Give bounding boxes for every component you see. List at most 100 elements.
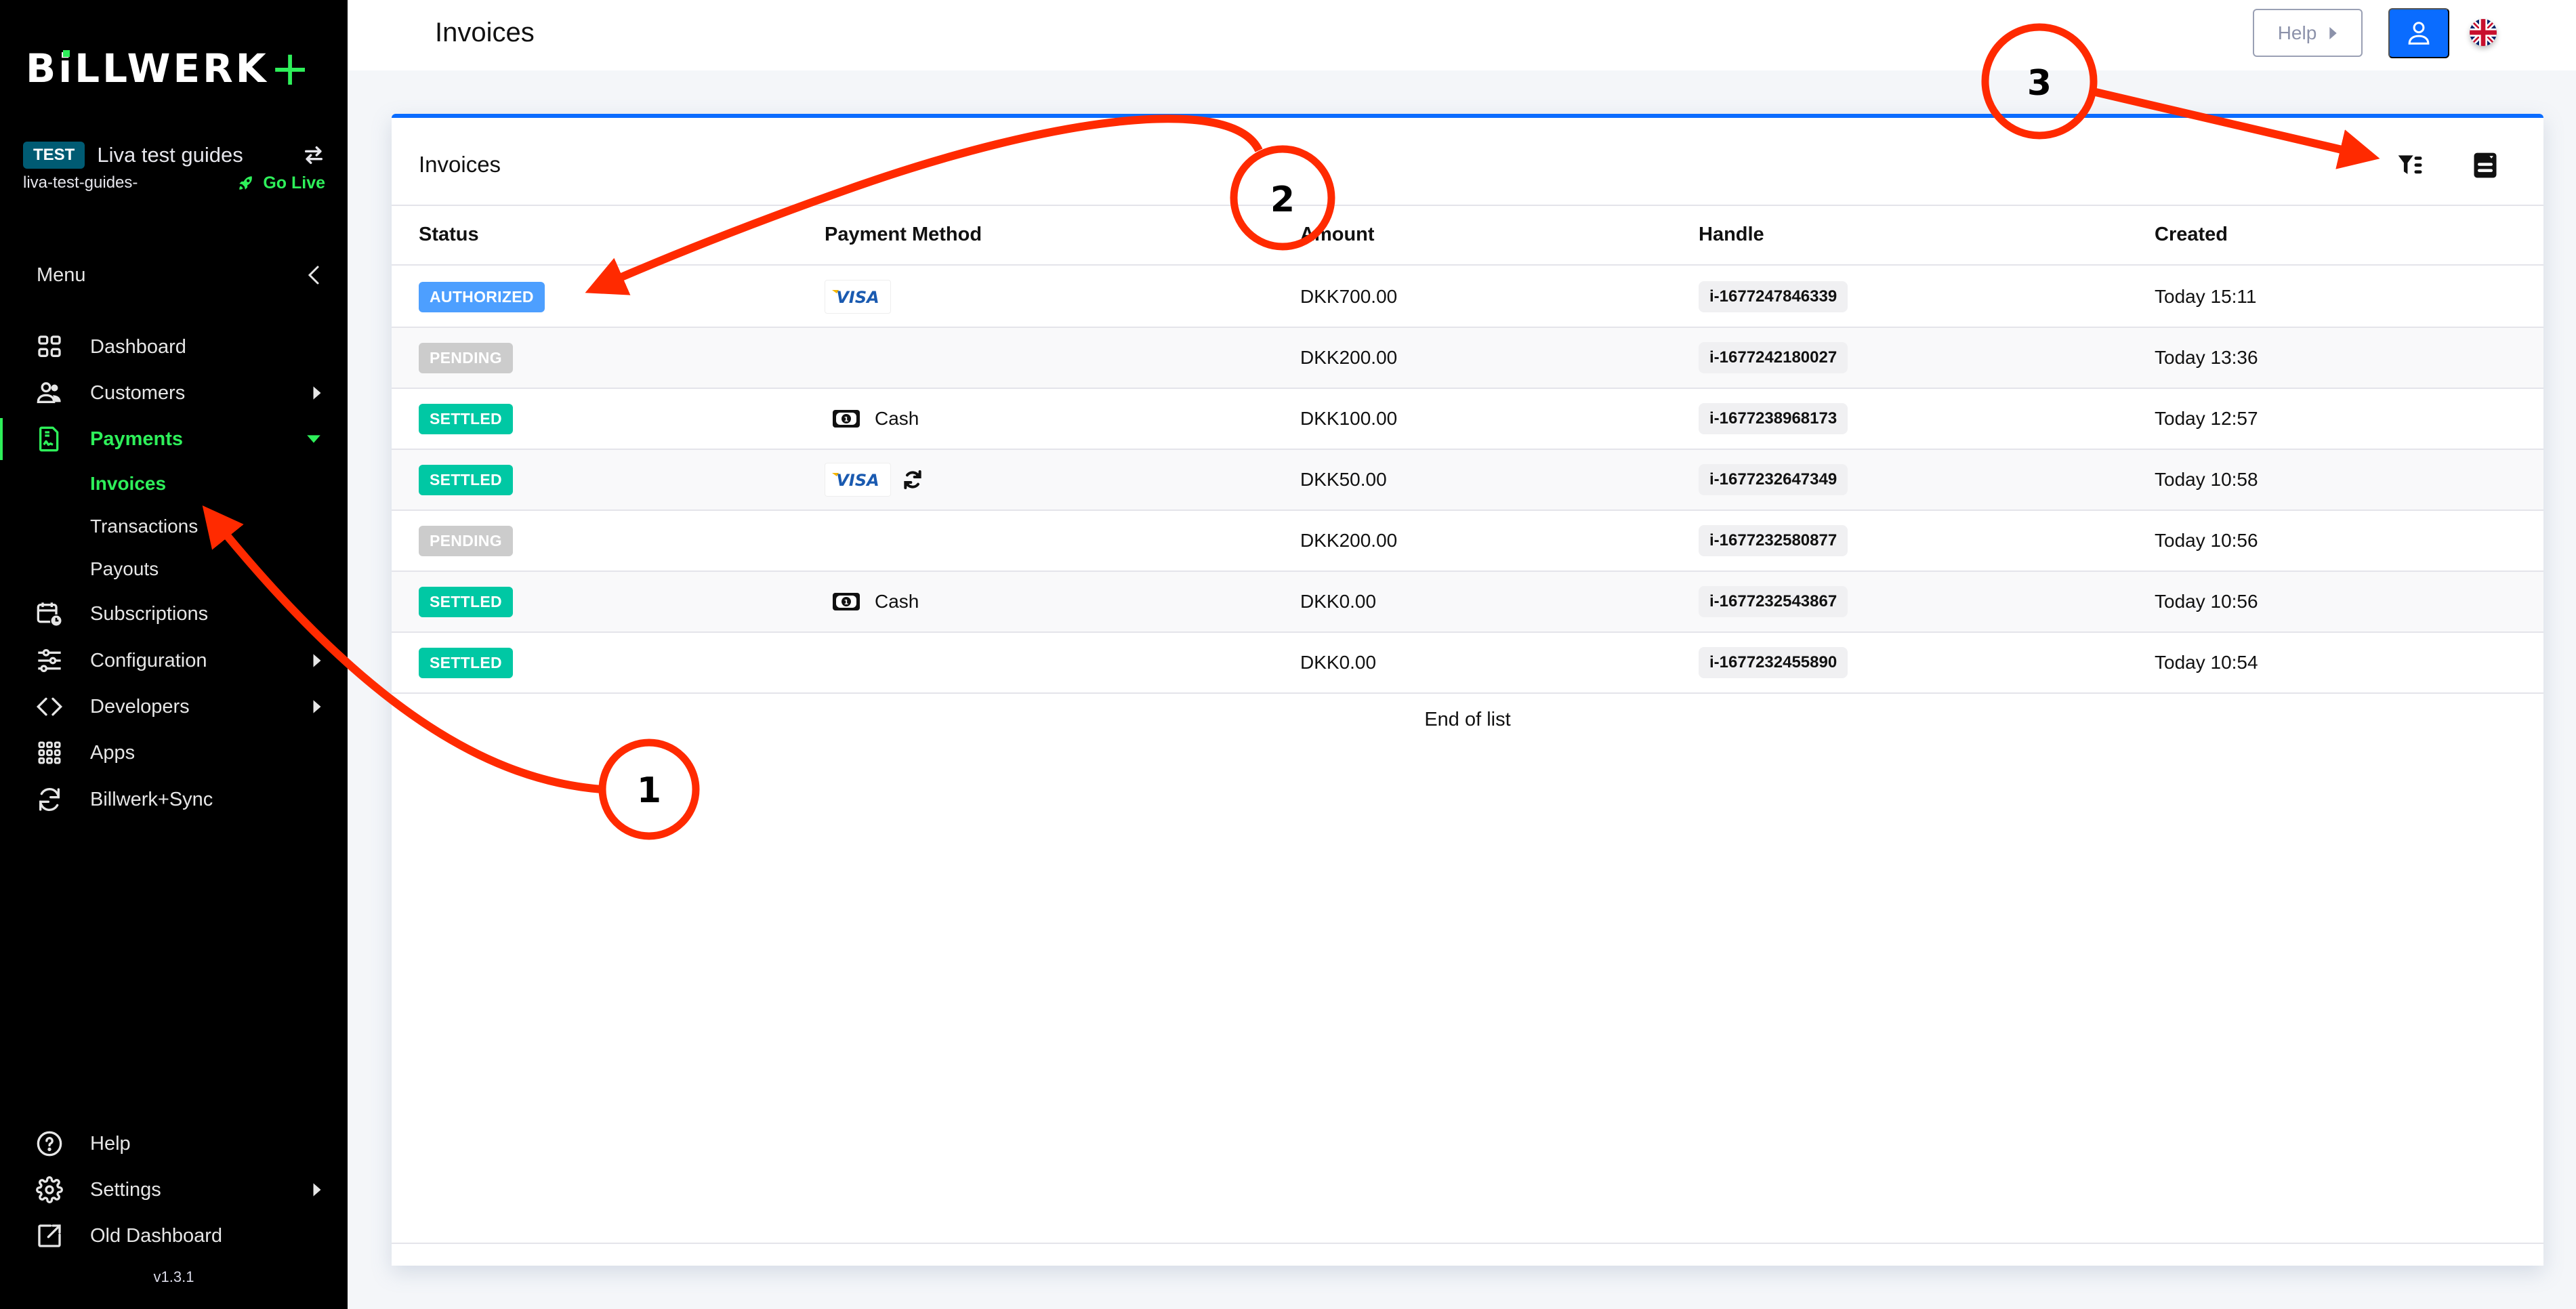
sidebar-item-developers[interactable]: Developers <box>0 686 348 727</box>
visa-logo-icon: VISA <box>832 471 879 489</box>
page-title: Invoices <box>435 18 535 47</box>
caret-right-icon <box>313 386 321 400</box>
invoice-handle[interactable]: i-1677247846339 <box>1699 281 1848 312</box>
payment-method-cell: VISA <box>825 267 891 327</box>
sidebar-item-help[interactable]: Help <box>0 1123 348 1164</box>
cash-icon: 1 <box>833 410 860 428</box>
table-row[interactable]: SETTLED DKK0.00 i-1677232455890 Today 10:54 <box>392 633 2543 694</box>
sidebar-item-configuration[interactable]: Configuration <box>0 640 348 681</box>
sidebar-item-settings[interactable]: Settings <box>0 1169 348 1210</box>
sidebar-subitem-payouts[interactable]: Payouts <box>90 554 159 584</box>
account-handle: liva-test-guides- <box>23 173 138 192</box>
amount: DKK50.00 <box>1300 469 1387 490</box>
menu-header: Menu <box>37 262 321 289</box>
column-settings-button[interactable] <box>2468 148 2503 183</box>
receipt-icon <box>39 426 59 452</box>
code-icon <box>36 697 63 716</box>
uk-flag-icon[interactable] <box>2470 19 2497 46</box>
external-link-icon <box>38 1224 61 1247</box>
user-menu-button[interactable] <box>2388 8 2449 58</box>
table-row[interactable]: SETTLED 1 Cash DKK0.00 i-1677232543867 Today … <box>392 572 2543 633</box>
sidebar-item-subscriptions[interactable]: Subscriptions <box>0 594 348 634</box>
payment-method-label: Cash <box>875 591 919 612</box>
help-button[interactable]: Help <box>2253 9 2363 57</box>
created-date: Today 13:36 <box>2155 347 2258 368</box>
invoice-handle[interactable]: i-1677232647349 <box>1699 464 1848 495</box>
invoices-card: Invoices Status Payment Method Amount Ha… <box>392 114 2543 1266</box>
amount: DKK100.00 <box>1300 408 1398 429</box>
sidebar-item-dashboard[interactable]: Dashboard <box>0 327 348 367</box>
sidebar-subitem-invoices[interactable]: Invoices <box>90 469 166 499</box>
status-badge: SETTLED <box>419 464 513 495</box>
chevron-left-icon[interactable] <box>306 265 321 285</box>
gear-icon <box>36 1176 63 1203</box>
caret-right-icon <box>313 654 321 667</box>
svg-text:VISA: VISA <box>836 471 879 489</box>
column-header-handle[interactable]: Handle <box>1699 224 1764 246</box>
caret-right-icon <box>313 1183 321 1197</box>
sidebar-item-customers[interactable]: Customers <box>0 373 348 413</box>
column-header-status[interactable]: Status <box>419 224 479 246</box>
column-header-payment-method[interactable]: Payment Method <box>825 224 982 246</box>
app-version: v1.3.1 <box>153 1268 194 1285</box>
cash-icon: 1 <box>833 593 860 610</box>
invoice-handle[interactable]: i-1677232455890 <box>1699 647 1848 678</box>
sidebar-item-old-dashboard[interactable]: Old Dashboard <box>0 1216 348 1256</box>
calendar-clock-icon <box>37 602 63 627</box>
caret-right-icon <box>313 700 321 713</box>
visa-card-badge: VISA <box>825 463 891 497</box>
table-row[interactable]: SETTLED VISA DKK50.00 i-1677232647349 Today … <box>392 450 2543 511</box>
amount: DKK200.00 <box>1300 530 1398 551</box>
amount: DKK0.00 <box>1300 652 1377 673</box>
table-header: Status Payment Method Amount Handle Crea… <box>392 205 2543 266</box>
payment-method-cell: 1 Cash <box>825 389 919 449</box>
sidebar-item-apps[interactable]: Apps <box>0 732 348 773</box>
sidebar-item-payments[interactable]: Payments <box>0 418 348 460</box>
svg-text:1: 1 <box>844 599 849 606</box>
users-icon <box>37 382 61 403</box>
caret-down-icon <box>307 435 320 443</box>
filter-button[interactable] <box>2393 148 2428 183</box>
sliders-icon <box>38 648 61 672</box>
sidebar-subitem-transactions[interactable]: Transactions <box>90 512 198 541</box>
invoice-handle[interactable]: i-1677232543867 <box>1699 586 1848 617</box>
created-date: Today 15:11 <box>2155 286 2257 307</box>
user-icon <box>2408 22 2430 45</box>
column-header-created[interactable]: Created <box>2155 224 2228 246</box>
billwerk-logo[interactable]: BiLLWERK+ <box>26 42 312 92</box>
table-row[interactable]: SETTLED 1 Cash DKK100.00 i-1677238968173 Toda… <box>392 389 2543 450</box>
help-circle-icon <box>37 1131 62 1157</box>
account-switcher[interactable]: TEST Liva test guides <box>23 140 325 171</box>
invoice-handle[interactable]: i-1677242180027 <box>1699 342 1848 373</box>
sidebar: BiLLWERK+ TEST Liva test guides liva-tes… <box>0 0 348 1309</box>
card-footer-divider <box>392 1243 2543 1244</box>
payment-method-label: Cash <box>875 408 919 429</box>
card-title: Invoices <box>419 152 501 177</box>
payment-method-cell: 1 Cash <box>825 572 919 631</box>
table-row[interactable]: PENDING DKK200.00 i-1677242180027 Today 13:… <box>392 328 2543 389</box>
grid-icon <box>38 335 61 357</box>
swap-arrows-icon[interactable] <box>302 144 325 167</box>
created-date: Today 10:54 <box>2155 652 2258 673</box>
invoice-handle[interactable]: i-1677238968173 <box>1699 403 1848 434</box>
sidebar-item-billwerk-sync[interactable]: Billwerk+Sync <box>0 779 348 820</box>
menu-label: Menu <box>37 264 86 286</box>
payment-method-cell: VISA <box>825 450 923 510</box>
table-row[interactable]: PENDING DKK200.00 i-1677232580877 Today 10:… <box>392 511 2543 572</box>
status-badge: PENDING <box>419 525 513 556</box>
status-badge: AUTHORIZED <box>419 281 545 312</box>
apps-grid-icon <box>38 741 61 764</box>
env-badge: TEST <box>23 142 85 169</box>
top-bar: Invoices Help <box>348 0 2576 70</box>
visa-logo-icon: VISA <box>832 288 879 306</box>
table-row[interactable]: AUTHORIZED VISA DKK700.00 i-1677247846339 To… <box>392 267 2543 328</box>
column-header-amount[interactable]: Amount <box>1300 224 1375 246</box>
amount: DKK700.00 <box>1300 286 1398 307</box>
column-settings-icon <box>2474 152 2497 178</box>
amount: DKK200.00 <box>1300 347 1398 368</box>
status-badge: SETTLED <box>419 586 513 617</box>
go-live-button[interactable]: Go Live <box>237 173 325 193</box>
sync-icon <box>39 788 60 811</box>
svg-text:VISA: VISA <box>836 288 879 306</box>
invoice-handle[interactable]: i-1677232580877 <box>1699 525 1848 556</box>
